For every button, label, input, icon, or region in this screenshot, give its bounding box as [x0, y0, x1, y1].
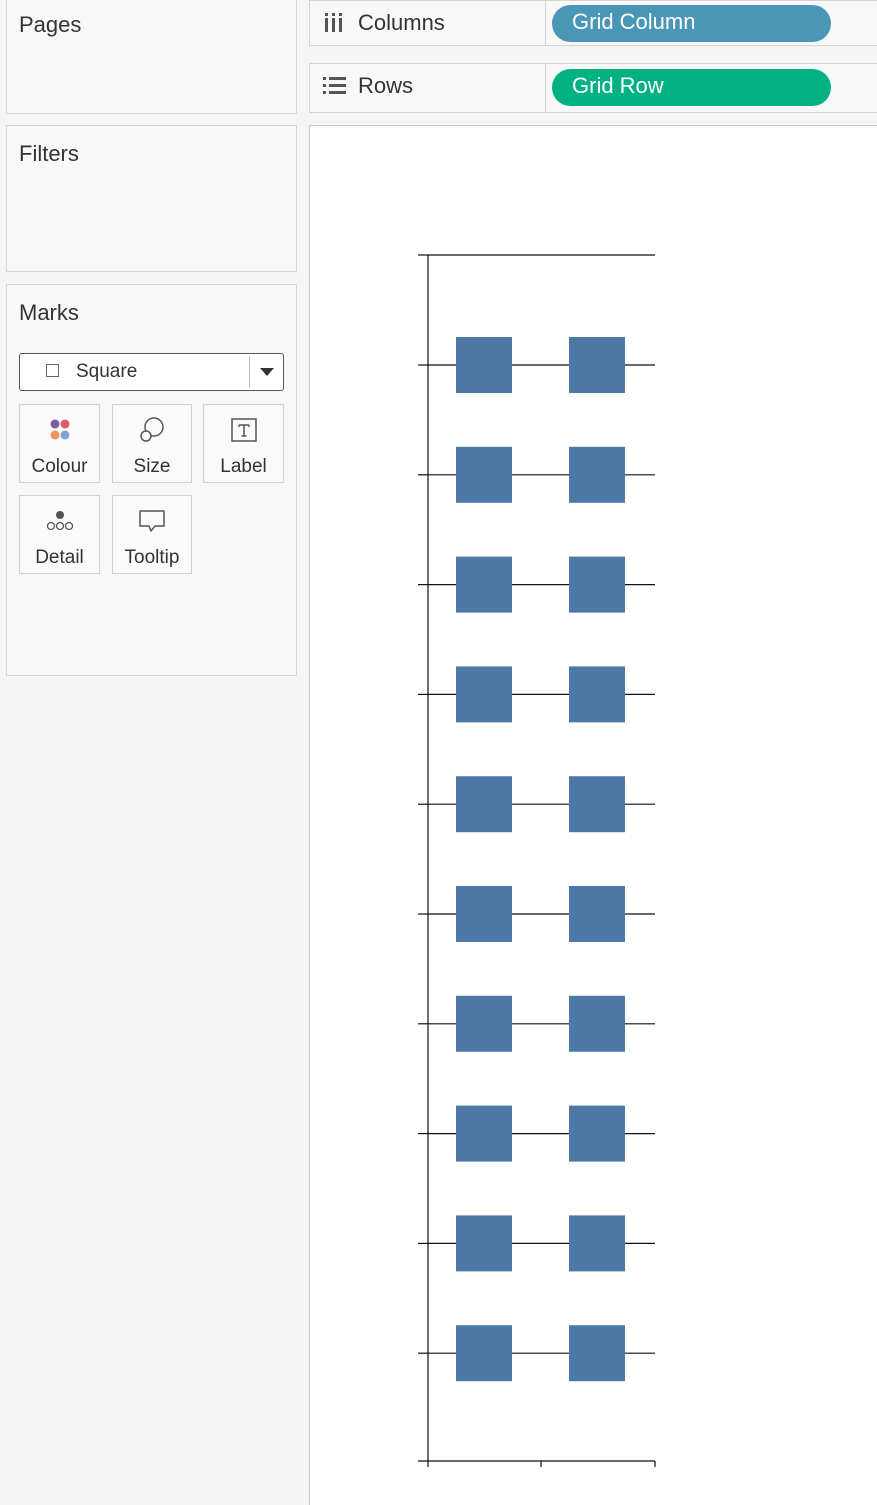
- label-icon: [230, 418, 257, 442]
- square-mark: [456, 886, 512, 942]
- colour-button[interactable]: Colour: [19, 404, 100, 483]
- detail-button[interactable]: Detail: [19, 495, 100, 574]
- marks-title: Marks: [19, 300, 79, 325]
- grid-row-pill[interactable]: Grid Row: [552, 69, 831, 106]
- square-mark: [569, 1105, 625, 1162]
- square-mark: [456, 1215, 512, 1272]
- detail-label: Detail: [35, 547, 84, 568]
- pages-title: Pages: [19, 12, 82, 37]
- square-mark: [456, 556, 512, 613]
- mark-type-value: Square: [76, 361, 138, 382]
- view-canvas[interactable]: [309, 125, 877, 1505]
- square-mark: [569, 1325, 625, 1382]
- square-mark: [569, 556, 625, 613]
- square-mark: [569, 776, 625, 833]
- chevron-down-icon[interactable]: [260, 368, 274, 376]
- square-mark: [569, 666, 625, 723]
- rows-icon: [323, 77, 346, 94]
- grid-column-pill[interactable]: Grid Column: [552, 5, 831, 42]
- label-label: Label: [220, 456, 267, 477]
- size-icon: [140, 417, 164, 442]
- colour-icon: [50, 419, 69, 440]
- mark-type-dropdown[interactable]: Square: [19, 353, 284, 391]
- square-mark: [456, 995, 512, 1052]
- square-mark: [456, 337, 512, 393]
- columns-shelf[interactable]: Columns Grid Column: [309, 0, 877, 46]
- colour-label: Colour: [31, 456, 88, 477]
- square-mark: [456, 446, 512, 503]
- square-mark: [569, 995, 625, 1052]
- detail-icon: [46, 511, 73, 531]
- rows-shelf[interactable]: Rows Grid Row: [309, 63, 877, 113]
- square-mark: [569, 446, 625, 503]
- square-mark: [569, 337, 625, 393]
- shelf-divider: [545, 64, 546, 112]
- dropdown-separator: [249, 356, 250, 388]
- square-mark: [456, 1325, 512, 1382]
- size-label: Size: [133, 456, 171, 477]
- filters-title: Filters: [19, 141, 79, 166]
- square-mark: [569, 886, 625, 942]
- grid-chart[interactable]: [310, 126, 877, 1501]
- rows-label: Rows: [358, 73, 414, 98]
- square-mark-icon: [46, 364, 59, 377]
- square-mark: [456, 666, 512, 723]
- size-button[interactable]: Size: [112, 404, 192, 483]
- square-mark: [569, 1215, 625, 1272]
- columns-icon: [325, 13, 342, 32]
- tooltip-button[interactable]: Tooltip: [112, 495, 192, 574]
- filters-card[interactable]: Filters: [6, 125, 297, 272]
- tooltip-label: Tooltip: [124, 547, 180, 568]
- pages-card[interactable]: Pages: [6, 0, 297, 114]
- label-button[interactable]: Label: [203, 404, 284, 483]
- square-mark: [456, 776, 512, 833]
- shelf-divider: [545, 1, 546, 45]
- square-mark: [456, 1105, 512, 1162]
- marks-card: Marks Square Colour Size Label Detail To…: [6, 284, 297, 676]
- columns-label: Columns: [358, 10, 445, 35]
- tooltip-icon: [139, 510, 165, 532]
